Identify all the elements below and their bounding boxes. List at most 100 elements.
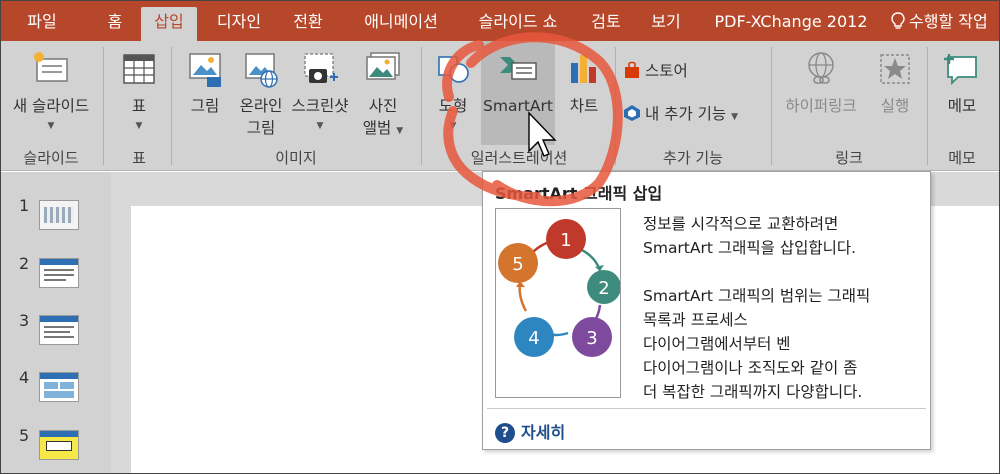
tooltip-line-spacer <box>643 260 870 284</box>
chart-label: 차트 <box>569 97 599 115</box>
screenshot-button[interactable]: 스크린샷 ▼ <box>289 41 351 145</box>
slide-number: 1 <box>19 196 30 215</box>
smartart-tooltip: SmartArt 그래픽 삽입 1 2 3 4 5 정보를 시각적으로 교환하려… <box>482 171 931 450</box>
comment-icon <box>944 54 977 86</box>
picture-label: 그림 <box>190 97 220 115</box>
group-label-comments: 메모 <box>948 149 976 167</box>
tab-insert[interactable]: 삽입 <box>141 7 197 41</box>
group-separator <box>421 47 422 165</box>
my-addins-icon <box>624 105 640 121</box>
tab-file[interactable]: 파일 <box>15 7 69 41</box>
tooltip-line: 더 복잡한 그래픽까지 다양합니다. <box>643 383 863 401</box>
tab-transitions[interactable]: 전환 <box>283 7 333 41</box>
tell-me-text: 수행할 작업 <box>909 12 988 31</box>
slide-number: 4 <box>19 368 30 387</box>
table-label: 표 <box>131 97 147 115</box>
store-button[interactable]: 스토어 <box>623 58 688 84</box>
tab-animations[interactable]: 애니메이션 <box>347 7 455 41</box>
chevron-down-icon: ▼ <box>731 112 739 122</box>
tooltip-line: 다이어그램이나 조직도와 같이 좀 <box>643 359 858 377</box>
group-label-images: 이미지 <box>275 149 317 167</box>
cycle-label-1: 1 <box>560 230 571 251</box>
smartart-cycle-preview: 1 2 3 4 5 <box>495 208 621 398</box>
tab-review[interactable]: 검토 <box>583 7 629 41</box>
online-picture-label-2: 그림 <box>246 119 276 137</box>
photo-album-icon <box>366 52 400 80</box>
tooltip-line: 정보를 시각적으로 교환하려면 <box>643 215 839 233</box>
comment-label: 메모 <box>947 97 977 115</box>
cycle-label-2: 2 <box>598 278 609 299</box>
tell-me-search[interactable]: 수행할 작업 <box>891 7 988 37</box>
tooltip-divider <box>487 408 926 409</box>
comment-button[interactable]: 메모 <box>931 41 993 145</box>
tooltip-title: SmartArt 그래픽 삽입 <box>495 184 663 203</box>
slide-thumbnail-1[interactable] <box>39 200 79 230</box>
group-separator <box>103 47 104 165</box>
tooltip-line: SmartArt 그래픽의 범위는 그래픽 <box>643 287 871 305</box>
tab-design[interactable]: 디자인 <box>205 7 273 41</box>
screenshot-label: 스크린샷 <box>291 97 349 115</box>
smartart-button[interactable]: SmartArt <box>481 41 555 145</box>
picture-icon <box>189 53 221 87</box>
tell-me-more-link[interactable]: ? 자세히 <box>495 419 565 443</box>
cycle-node-5: 5 <box>498 243 538 283</box>
tooltip-line: 목록과 프로세스 <box>643 311 748 329</box>
hyperlink-label: 하이퍼링크 <box>785 97 857 115</box>
help-icon: ? <box>495 423 515 443</box>
online-picture-button[interactable]: 온라인 그림 <box>233 41 289 145</box>
group-label-addins: 추가 기능 <box>663 149 723 167</box>
slide-thumbnail-4[interactable] <box>39 372 79 402</box>
slide-thumbnail-3[interactable] <box>39 315 79 345</box>
hyperlink-icon <box>808 52 834 84</box>
slide-thumbnail-pane: 1 2 3 4 5 <box>1 172 111 473</box>
online-picture-icon <box>245 53 278 88</box>
smartart-icon <box>500 57 537 80</box>
slide-thumbnail-5[interactable] <box>39 430 79 460</box>
hyperlink-button[interactable]: 하이퍼링크 <box>775 41 867 145</box>
new-slide-label: 새 슬라이드 <box>12 97 90 115</box>
table-button[interactable]: 표 ▼ <box>109 41 169 145</box>
table-icon <box>123 54 155 84</box>
shapes-icon <box>438 56 469 83</box>
new-slide-icon <box>34 52 68 82</box>
tab-view[interactable]: 보기 <box>641 7 691 41</box>
powerpoint-window: 파일 홈 삽입 디자인 전환 애니메이션 슬라이드 쇼 검토 보기 PDF-XC… <box>0 0 1000 474</box>
group-label-illustrations: 일러스트레이션 <box>470 149 568 167</box>
cycle-node-1: 1 <box>546 219 586 259</box>
chevron-down-icon: ▼ <box>47 121 55 131</box>
picture-button[interactable]: 그림 <box>177 41 233 145</box>
cycle-label-3: 3 <box>586 328 597 349</box>
chevron-down-icon: ▼ <box>316 121 324 131</box>
group-separator <box>771 47 772 165</box>
online-picture-label-1: 온라인 <box>239 97 283 115</box>
action-button[interactable]: 실행 <box>867 41 923 145</box>
tell-me-more-label: 자세히 <box>521 423 566 442</box>
group-label-tables: 표 <box>132 149 146 167</box>
chart-button[interactable]: 차트 <box>557 41 611 145</box>
tab-pdf-xchange[interactable]: PDF-XChange 2012 <box>701 7 881 41</box>
action-label: 실행 <box>880 97 910 115</box>
store-label: 스토어 <box>645 62 688 80</box>
photo-album-button[interactable]: 사진 앨범 ▼ <box>351 41 415 145</box>
smartart-label: SmartArt <box>483 97 553 115</box>
tab-home[interactable]: 홈 <box>93 7 137 41</box>
chart-icon <box>571 55 596 83</box>
screenshot-icon <box>304 53 338 83</box>
ribbon-insert: 새 슬라이드 ▼ 슬라이드 표 ▼ 표 그림 온라인 그림 스크린샷 ▼ 사진 … <box>1 41 999 171</box>
slide-number: 3 <box>19 311 30 330</box>
store-icon <box>625 61 639 78</box>
tooltip-line: 다이어그램에서부터 벤 <box>643 335 791 353</box>
lightbulb-icon <box>891 12 905 29</box>
chevron-down-icon: ▼ <box>135 121 143 131</box>
slide-thumbnail-2[interactable] <box>39 258 79 288</box>
group-separator <box>171 47 172 165</box>
chevron-down-icon: ▼ <box>449 121 457 131</box>
my-addins-button[interactable]: 내 추가 기능 ▼ <box>623 101 738 127</box>
tab-slideshow[interactable]: 슬라이드 쇼 <box>463 7 573 41</box>
cycle-label-4: 4 <box>528 328 539 349</box>
shapes-button[interactable]: 도형 ▼ <box>425 41 481 145</box>
tooltip-line: SmartArt 그래픽을 삽입합니다. <box>643 239 857 257</box>
group-label-slides: 슬라이드 <box>23 149 79 167</box>
my-addins-label: 내 추가 기능 <box>645 105 727 123</box>
new-slide-button[interactable]: 새 슬라이드 ▼ <box>1 41 101 145</box>
